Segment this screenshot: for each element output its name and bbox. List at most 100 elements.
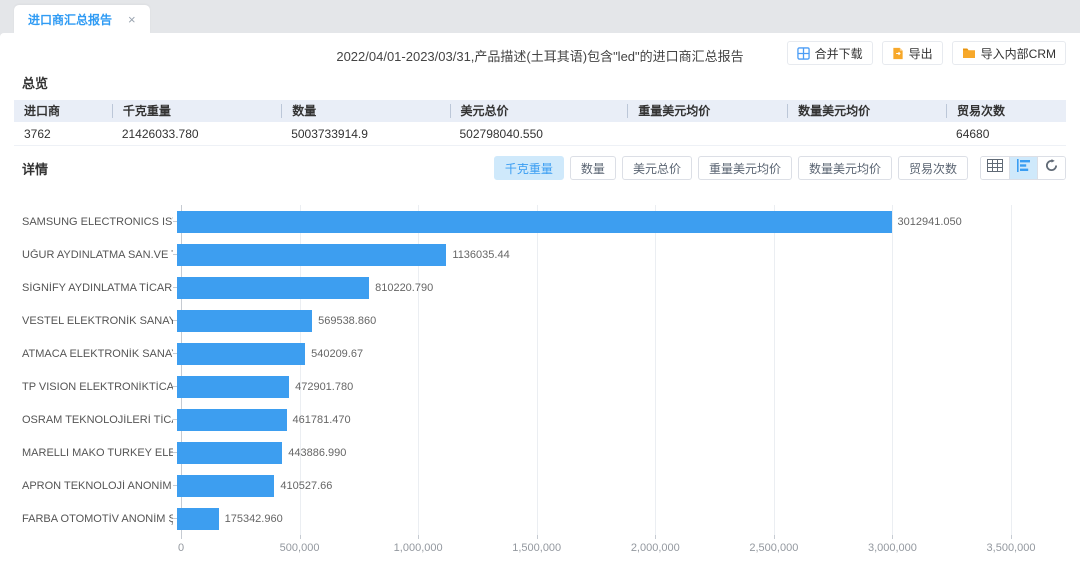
action-export[interactable]: 导出 [882, 41, 943, 65]
close-icon[interactable]: × [128, 13, 136, 26]
chart-row: TP VISION ELEKTRONİKTİCARET AN... 472901.… [22, 370, 1066, 403]
action-import-crm[interactable]: 导入内部CRM [952, 41, 1066, 65]
axis-tick-label: 1,000,000 [394, 542, 443, 554]
overview-col-header: 数量 [281, 104, 449, 118]
axis-tick-label: 3,000,000 [868, 542, 917, 554]
action-label: 合并下载 [815, 45, 863, 62]
axis-tick-label: 0 [178, 542, 184, 554]
overview-col-header: 数量美元均价 [787, 104, 946, 118]
action-merge-download[interactable]: 合并下载 [787, 41, 873, 65]
refresh-button[interactable] [1037, 157, 1065, 179]
axis-tick [1011, 535, 1012, 539]
bar-track: 175342.960 [177, 502, 1066, 535]
table-view-button[interactable] [981, 157, 1009, 179]
axis-tick [300, 535, 301, 539]
category-label: UĞUR AYDINLATMA SAN.VE TİC.LTD... [22, 249, 173, 261]
import-crm-icon [962, 47, 976, 59]
bar-value-label: 410527.66 [280, 480, 332, 492]
bar[interactable] [177, 211, 892, 233]
axis-tick [181, 535, 182, 539]
bar-track: 569538.860 [177, 304, 1066, 337]
overview-col-header: 美元总价 [450, 104, 628, 118]
overview-cell: 5003733914.9 [281, 127, 449, 141]
report-content: 2022/04/01-2023/03/31,产品描述(土耳其语)包含"led"的… [0, 33, 1080, 565]
bar[interactable] [177, 244, 446, 266]
bar[interactable] [177, 310, 312, 332]
chart-row: APRON TEKNOLOJİ ANONİM ŞİRKETİ410527.66 [22, 469, 1066, 502]
metric-tab-1[interactable]: 千克重量 [494, 156, 564, 180]
bar-chart-view-icon [1017, 159, 1031, 177]
bar[interactable] [177, 277, 369, 299]
overview-table: 进口商千克重量数量美元总价重量美元均价数量美元均价贸易次数 3762214260… [14, 100, 1066, 146]
axis-tick-label: 2,000,000 [631, 542, 680, 554]
axis-tick-label: 1,500,000 [512, 542, 561, 554]
overview-col-header: 重量美元均价 [627, 104, 787, 118]
bar-track: 540209.67 [177, 337, 1066, 370]
refresh-icon [1045, 159, 1058, 177]
bar[interactable] [177, 475, 274, 497]
bar-track: 461781.470 [177, 403, 1066, 436]
chart-row: SİGNİFY AYDINLATMA TİCARET ANO... 810220.… [22, 271, 1066, 304]
bar-value-label: 443886.990 [288, 447, 346, 459]
axis-tick-label: 500,000 [280, 542, 320, 554]
view-toggle-group [980, 156, 1066, 180]
axis-tick-label: 3,500,000 [987, 542, 1036, 554]
chart-row: OSRAM TEKNOLOJİLERİ TİCARET AN... 461781.… [22, 403, 1066, 436]
axis-tick [774, 535, 775, 539]
metric-tab-3[interactable]: 美元总价 [622, 156, 692, 180]
overview-cell: 502798040.550 [450, 127, 628, 141]
header-actions: 合并下载 导出 导入内部CRM [787, 41, 1066, 65]
overview-col-header: 贸易次数 [946, 104, 1066, 118]
metric-toggle-group: 千克重量数量美元总价重量美元均价数量美元均价贸易次数 [494, 156, 968, 180]
category-label: SAMSUNG ELECTRONICS ISTANBUL P... [22, 216, 173, 228]
importer-bar-chart: SAMSUNG ELECTRONICS ISTANBUL P... 3012941… [22, 205, 1066, 565]
category-label: TP VISION ELEKTRONİKTİCARET AN... [22, 381, 173, 393]
chart-row: FARBA OTOMOTİV ANONİM ŞİRKETİ175342.960 [22, 502, 1066, 535]
bar[interactable] [177, 376, 289, 398]
title-row: 2022/04/01-2023/03/31,产品描述(土耳其语)包含"led"的… [14, 33, 1066, 67]
bar-value-label: 472901.780 [295, 381, 353, 393]
chart-x-axis: 0500,0001,000,0001,500,0002,000,0002,500… [177, 535, 1037, 561]
chart-row: VESTEL ELEKTRONİK SANAYİ VE Tİ... 569538.… [22, 304, 1066, 337]
bar-track: 443886.990 [177, 436, 1066, 469]
bar[interactable] [177, 442, 282, 464]
bar-chart-view-button[interactable] [1009, 157, 1037, 179]
axis-tick [537, 535, 538, 539]
detail-section-label: 详情 [22, 159, 48, 178]
detail-bar: 详情 千克重量数量美元总价重量美元均价数量美元均价贸易次数 [14, 155, 1066, 181]
bar-value-label: 540209.67 [311, 348, 363, 360]
axis-tick [655, 535, 656, 539]
metric-tab-5[interactable]: 数量美元均价 [798, 156, 892, 180]
bar[interactable] [177, 343, 305, 365]
overview-cell: 21426033.780 [112, 127, 281, 141]
bar-track: 3012941.050 [177, 205, 1066, 238]
chart-row: ATMACA ELEKTRONİK SANAYİ VE Tİ...540209.… [22, 337, 1066, 370]
metric-tab-2[interactable]: 数量 [570, 156, 616, 180]
category-label: MARELLI MAKO TURKEY ELEKTRİK S... [22, 447, 173, 459]
category-label: SİGNİFY AYDINLATMA TİCARET ANO... [22, 282, 173, 294]
bar-value-label: 175342.960 [225, 513, 283, 525]
bar[interactable] [177, 508, 219, 530]
overview-cell: 64680 [946, 127, 1066, 141]
bar-track: 472901.780 [177, 370, 1066, 403]
tab-label: 进口商汇总报告 [28, 11, 112, 28]
category-label: VESTEL ELEKTRONİK SANAYİ VE Tİ... [22, 315, 173, 327]
bar-value-label: 1136035.44 [452, 249, 509, 261]
chart-row: SAMSUNG ELECTRONICS ISTANBUL P... 3012941… [22, 205, 1066, 238]
bar-value-label: 3012941.050 [898, 216, 962, 228]
metric-tab-6[interactable]: 贸易次数 [898, 156, 968, 180]
category-label: OSRAM TEKNOLOJİLERİ TİCARET AN... [22, 414, 173, 426]
overview-table-row: 376221426033.7805003733914.9502798040.55… [14, 122, 1066, 146]
action-label: 导入内部CRM [981, 45, 1056, 62]
bar[interactable] [177, 409, 287, 431]
bar-track: 410527.66 [177, 469, 1066, 502]
axis-tick [418, 535, 419, 539]
tab-import-summary-report[interactable]: 进口商汇总报告 × [14, 5, 150, 33]
overview-table-header: 进口商千克重量数量美元总价重量美元均价数量美元均价贸易次数 [14, 100, 1066, 122]
overview-cell: 3762 [14, 127, 112, 141]
tab-bar: 进口商汇总报告 × [0, 0, 1080, 33]
metric-tab-4[interactable]: 重量美元均价 [698, 156, 792, 180]
detail-controls: 千克重量数量美元总价重量美元均价数量美元均价贸易次数 [494, 156, 1066, 180]
bar-value-label: 810220.790 [375, 282, 433, 294]
axis-tick [892, 535, 893, 539]
